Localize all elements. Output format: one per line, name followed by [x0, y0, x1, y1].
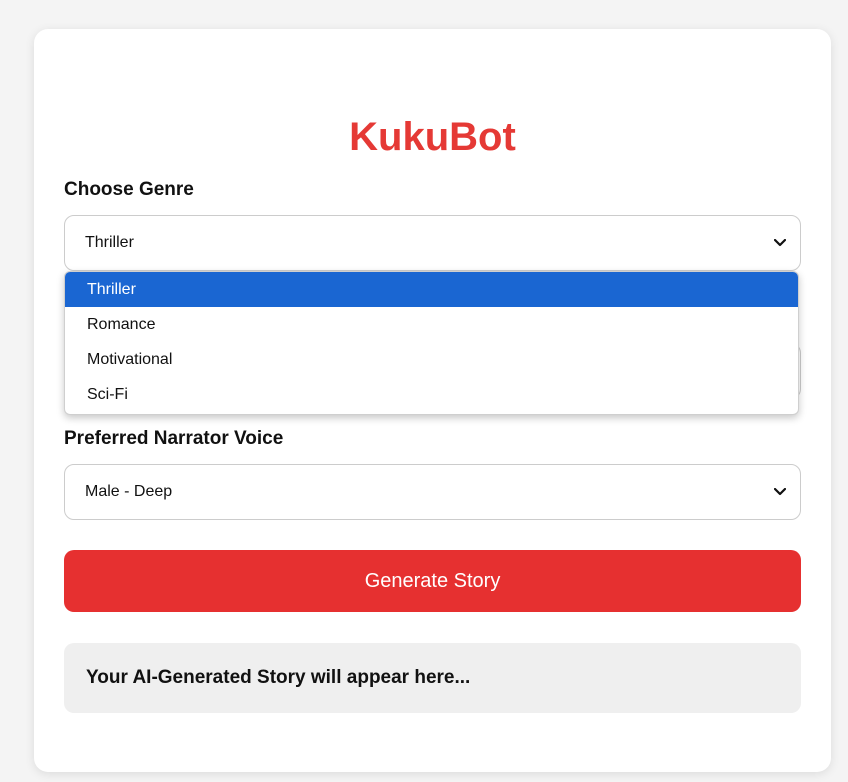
- narrator-voice-select[interactable]: Male - Deep: [64, 464, 801, 520]
- page-background: KukuBot Choose Genre Thriller Thriller R…: [0, 0, 848, 782]
- story-placeholder-text: Your AI-Generated Story will appear here…: [86, 667, 471, 688]
- genre-select[interactable]: Thriller: [64, 215, 801, 271]
- genre-dropdown-list: Thriller Romance Motivational Sci-Fi: [64, 271, 799, 415]
- narrator-voice-label: Preferred Narrator Voice: [64, 428, 284, 449]
- voice-selected-value: Male - Deep: [85, 483, 173, 500]
- genre-option-scifi[interactable]: Sci-Fi: [65, 377, 798, 412]
- genre-selected-value: Thriller: [85, 234, 134, 251]
- chevron-down-icon: [774, 237, 786, 249]
- genre-label: Choose Genre: [64, 179, 194, 200]
- genre-option-motivational[interactable]: Motivational: [65, 342, 798, 377]
- chevron-down-icon: [774, 486, 786, 498]
- page-title: KukuBot: [349, 115, 516, 159]
- story-output-box: Your AI-Generated Story will appear here…: [64, 643, 801, 713]
- genre-option-romance[interactable]: Romance: [65, 307, 798, 342]
- genre-option-thriller[interactable]: Thriller: [65, 272, 798, 307]
- generate-story-button[interactable]: Generate Story: [64, 550, 801, 612]
- kukubot-card: KukuBot Choose Genre Thriller Thriller R…: [34, 29, 831, 772]
